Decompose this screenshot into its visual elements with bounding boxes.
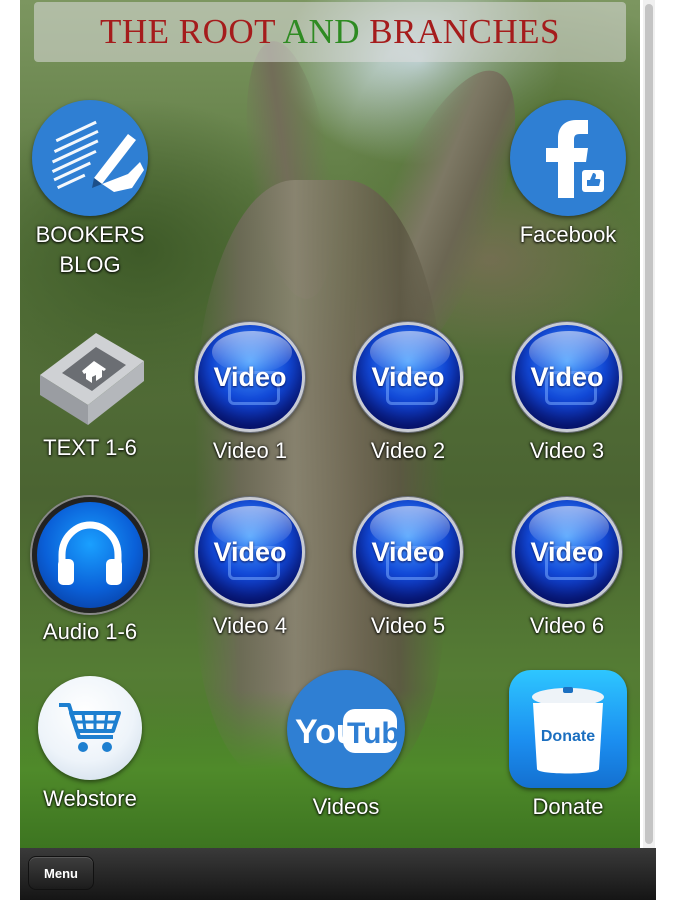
webstore-tile[interactable]: Webstore [30,676,150,814]
video-2-icon-text: Video [371,361,445,392]
video-3-tile[interactable]: Video Video 3 [507,322,627,466]
blog-writing-icon [32,100,148,216]
video-6-icon-text: Video [530,536,604,567]
youtube-videos-tile[interactable]: You Tube Videos [278,670,414,822]
donate-tile[interactable]: Donate Donate [504,670,632,822]
videos-label: Videos [312,794,380,819]
site-title: THE ROOT AND BRANCHES [100,12,560,52]
video-4-icon-text: Video [213,536,287,567]
video-2-tile[interactable]: Video Video 2 [348,322,468,466]
scrollbar-thumb[interactable] [645,4,653,844]
audio-tile[interactable]: Audio 1-6 [25,497,155,647]
facebook-label: Facebook [519,222,617,247]
video-6-tile[interactable]: Video Video 6 [507,497,627,641]
video-2-icon: Video [353,322,463,432]
video-1-icon-text: Video [213,361,287,392]
video-5-icon: Video [353,497,463,607]
webstore-label: Webstore [43,786,137,811]
text-tile[interactable]: TEXT 1-6 [25,325,155,463]
headphones-icon [32,497,148,613]
video-6-icon: Video [512,497,622,607]
audio-label: Audio 1-6 [42,619,138,644]
bookers-blog-label-line2: BLOG [59,252,121,277]
donate-jar-icon: Donate [509,670,627,788]
menu-button[interactable]: Menu [28,856,94,890]
youtube-icon: You Tube [287,670,405,788]
background-tree-image: THE ROOT AND BRANCHES BOOKERS BLOG Faceb… [20,0,640,900]
video-2-label: Video 2 [370,438,446,463]
youtube-tube-text: Tube [347,717,401,750]
bookers-blog-label-line1: BOOKERS [35,222,145,247]
video-4-icon: Video [195,497,305,607]
video-1-tile[interactable]: Video Video 1 [190,322,310,466]
donate-jar-text: Donate [541,728,595,745]
text-label: TEXT 1-6 [43,435,137,460]
video-3-icon-text: Video [530,361,604,392]
video-5-tile[interactable]: Video Video 5 [348,497,468,641]
vertical-scrollbar[interactable] [643,0,655,848]
video-1-label: Video 1 [212,438,288,463]
video-4-label: Video 4 [212,613,288,638]
donate-label: Donate [532,794,604,819]
title-part-root: THE ROOT [99,12,283,51]
video-5-label: Video 5 [370,613,446,638]
title-part-branches: BRANCHES [360,12,561,51]
video-5-icon-text: Video [371,536,445,567]
site-header: THE ROOT AND BRANCHES [34,2,626,62]
video-3-icon: Video [512,322,622,432]
video-3-label: Video 3 [529,438,605,463]
video-4-tile[interactable]: Video Video 4 [190,497,310,641]
shopping-cart-icon [38,676,142,780]
facebook-icon [510,100,626,216]
video-1-icon: Video [195,322,305,432]
facebook-tile[interactable]: Facebook [500,100,636,250]
bottom-menu-bar: Menu [20,848,656,900]
video-6-label: Video 6 [529,613,605,638]
title-part-and: AND [282,12,361,51]
book-home-icon [32,325,148,429]
bookers-blog-tile[interactable]: BOOKERS BLOG [25,100,155,280]
